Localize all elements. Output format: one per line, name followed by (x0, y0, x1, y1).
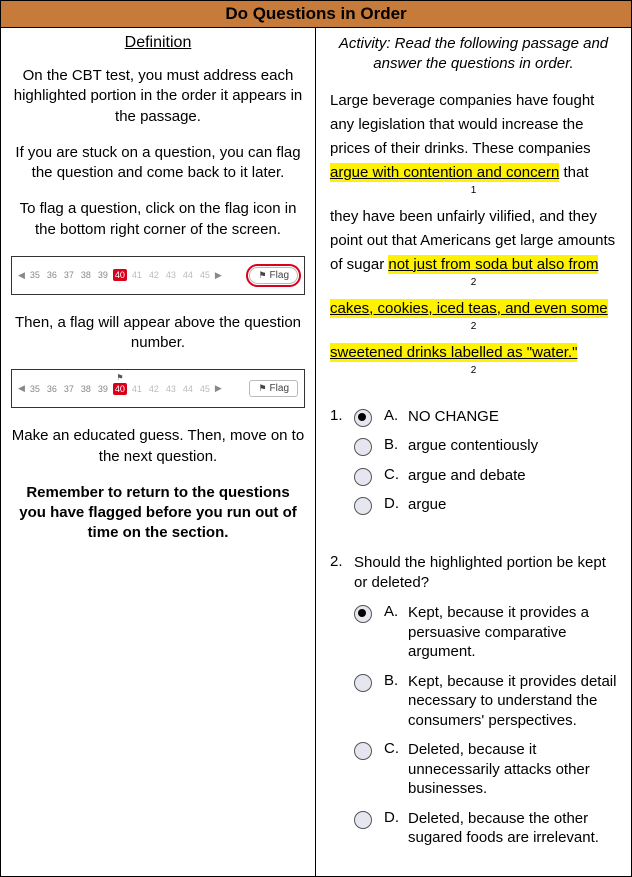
radio-icon[interactable] (354, 674, 372, 692)
nav-num[interactable]: 44 (181, 270, 195, 280)
flag-icon: ⚑ (258, 271, 266, 280)
radio-icon[interactable] (354, 468, 372, 486)
option-text: Deleted, because it unnecessarily attack… (408, 740, 617, 799)
definition-p3: To flag a question, click on the flag ic… (11, 199, 305, 240)
flag-label: Flag (270, 270, 289, 281)
definition-p5: Make an educated guess. Then, move on to… (11, 426, 305, 467)
definition-heading: Definition (11, 34, 305, 52)
radio-icon[interactable] (354, 438, 372, 456)
nav-num[interactable]: 41 (130, 270, 144, 280)
radio-icon[interactable] (354, 409, 372, 427)
nav-num[interactable]: 41 (130, 384, 144, 394)
option-text: Kept, because it provides a persuasive c… (408, 603, 617, 662)
option-text: Kept, because it provides detail necessa… (408, 672, 617, 731)
option-text: Deleted, because the other sugared foods… (408, 809, 617, 848)
title-bar: Do Questions in Order (1, 1, 631, 28)
highlight-1: argue with contention and concern (330, 163, 559, 182)
nav-num[interactable]: 43 (164, 270, 178, 280)
answer-option[interactable]: D.Deleted, because the other sugared foo… (354, 809, 617, 848)
flag-button[interactable]: ⚑ Flag (249, 380, 298, 397)
option-text: argue contentiously (408, 436, 617, 456)
two-column-layout: Definition On the CBT test, you must add… (1, 28, 631, 876)
nav-num[interactable]: 44 (181, 384, 195, 394)
activity-column: Activity: Read the following passage and… (316, 28, 631, 876)
radio-icon[interactable] (354, 497, 372, 515)
answer-option[interactable]: C.argue and debate (354, 466, 617, 486)
option-letter: B. (384, 672, 408, 689)
question-numbers: ◀ 35 36 37 38 39 40 41 42 43 44 45 ▶ (18, 269, 222, 281)
option-letter: A. (384, 603, 408, 620)
nav-num[interactable]: 38 (79, 384, 93, 394)
subscript-2b: 2 (330, 319, 617, 335)
subscript-2c: 2 (330, 363, 617, 379)
option-letter: C. (384, 740, 408, 757)
nav-num[interactable]: 45 (198, 384, 212, 394)
nav-num-current-flagged[interactable]: ⚑ 40 (113, 383, 127, 395)
option-letter: A. (384, 407, 408, 424)
option-letter: B. (384, 436, 408, 453)
answer-option[interactable]: D.argue (354, 495, 617, 515)
next-arrow-icon[interactable]: ▶ (215, 270, 222, 281)
option-text: NO CHANGE (408, 407, 617, 427)
nav-num[interactable]: 35 (28, 384, 42, 394)
nav-num[interactable]: 45 (198, 270, 212, 280)
prev-arrow-icon[interactable]: ◀ (18, 383, 25, 394)
answer-option[interactable]: A.Kept, because it provides a persuasive… (354, 603, 617, 662)
nav-num[interactable]: 43 (164, 384, 178, 394)
question-number: 2. (330, 553, 354, 858)
answer-option[interactable]: B.argue contentiously (354, 436, 617, 456)
option-letter: D. (384, 495, 408, 512)
radio-icon[interactable] (354, 605, 372, 623)
question-1: 1. A.NO CHANGEB.argue contentiouslyC.arg… (330, 407, 617, 525)
option-text: argue (408, 495, 617, 515)
flag-label: Flag (270, 383, 289, 394)
definition-p6: Remember to return to the questions you … (11, 483, 305, 544)
nav-num[interactable]: 35 (28, 270, 42, 280)
question-numbers: ◀ 35 36 37 38 39 ⚑ 40 41 42 43 44 45 ▶ (18, 383, 222, 395)
activity-heading: Activity: Read the following passage and… (330, 34, 617, 75)
radio-icon[interactable] (354, 811, 372, 829)
question-stem: Should the highlighted portion be kept o… (354, 553, 617, 594)
question-number: 1. (330, 407, 354, 525)
option-text: argue and debate (408, 466, 617, 486)
highlight-2c: sweetened drinks labelled as "water." (330, 343, 577, 362)
worksheet-page: Do Questions in Order Definition On the … (0, 0, 632, 877)
subscript-1: 1 (330, 183, 617, 199)
question-2: 2. Should the highlighted portion be kep… (330, 553, 617, 858)
passage-text: Large beverage companies have fought any… (330, 92, 594, 157)
definition-p4: Then, a flag will appear above the quest… (11, 313, 305, 354)
nav-num-current[interactable]: 40 (113, 269, 127, 281)
question-nav-strip-1: ◀ 35 36 37 38 39 40 41 42 43 44 45 ▶ ⚑ F… (11, 256, 305, 295)
radio-icon[interactable] (354, 742, 372, 760)
answer-option[interactable]: B.Kept, because it provides detail neces… (354, 672, 617, 731)
option-letter: C. (384, 466, 408, 483)
next-arrow-icon[interactable]: ▶ (215, 383, 222, 394)
nav-num[interactable]: 37 (62, 384, 76, 394)
passage: Large beverage companies have fought any… (330, 89, 617, 379)
question-nav-strip-2: ◀ 35 36 37 38 39 ⚑ 40 41 42 43 44 45 ▶ (11, 369, 305, 408)
nav-num[interactable]: 38 (79, 270, 93, 280)
passage-text: that (559, 164, 588, 181)
answer-option[interactable]: A.NO CHANGE (354, 407, 617, 427)
answer-option[interactable]: C.Deleted, because it unnecessarily atta… (354, 740, 617, 799)
nav-num[interactable]: 39 (96, 270, 110, 280)
highlight-2b: cakes, cookies, iced teas, and even some (330, 299, 608, 318)
prev-arrow-icon[interactable]: ◀ (18, 270, 25, 281)
nav-num[interactable]: 37 (62, 270, 76, 280)
definition-p2: If you are stuck on a question, you can … (11, 143, 305, 184)
definition-column: Definition On the CBT test, you must add… (1, 28, 316, 876)
nav-num[interactable]: 42 (147, 270, 161, 280)
nav-num-current-label: 40 (115, 384, 125, 394)
subscript-2a: 2 (330, 275, 617, 291)
nav-num[interactable]: 36 (45, 384, 59, 394)
nav-num[interactable]: 39 (96, 384, 110, 394)
flag-icon: ⚑ (258, 384, 266, 393)
highlight-2a: not just from soda but also from (388, 255, 598, 274)
flag-button[interactable]: ⚑ Flag (249, 267, 298, 284)
nav-num[interactable]: 42 (147, 384, 161, 394)
option-letter: D. (384, 809, 408, 826)
definition-p1: On the CBT test, you must address each h… (11, 66, 305, 127)
nav-num[interactable]: 36 (45, 270, 59, 280)
flag-above-icon: ⚑ (116, 373, 123, 382)
